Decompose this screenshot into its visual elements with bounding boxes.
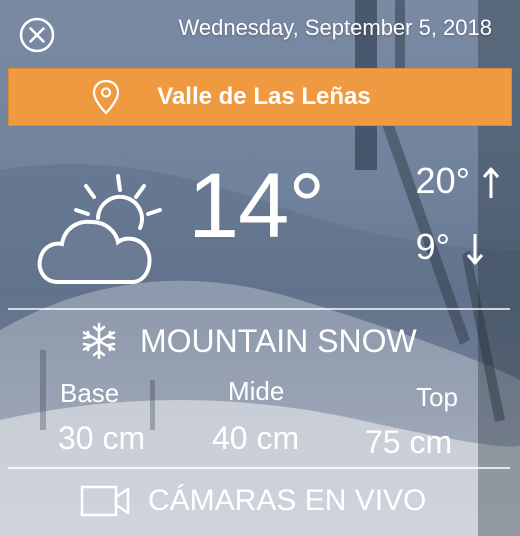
high-temperature: 20° xyxy=(415,160,500,202)
top-label: Top xyxy=(416,382,458,412)
mountain-snow-heading: MOUNTAIN SNOW xyxy=(80,322,417,360)
divider xyxy=(8,308,510,310)
live-cameras-label: CÁMARAS EN VIVO xyxy=(148,484,427,517)
high-temperature-value: 20° xyxy=(415,160,470,201)
divider xyxy=(8,467,510,469)
current-temperature: 14° xyxy=(188,155,325,257)
base-label: Base xyxy=(60,378,120,408)
video-camera-icon xyxy=(80,485,130,517)
location-selector[interactable]: Valle de Las Leñas xyxy=(8,68,512,126)
live-cameras-button[interactable]: CÁMARAS EN VIVO xyxy=(80,484,426,518)
date-label: Wednesday, September 5, 2018 xyxy=(178,15,493,40)
arrow-down-icon xyxy=(466,234,484,265)
location-name: Valle de Las Leñas xyxy=(157,83,371,110)
top-value: 75 cm xyxy=(365,424,453,460)
base-value: 30 cm xyxy=(58,420,146,456)
snowflake-icon xyxy=(82,322,116,360)
arrow-up-icon xyxy=(482,167,500,198)
close-icon xyxy=(19,17,55,53)
mid-label: Mide xyxy=(228,376,285,406)
map-pin-icon xyxy=(92,79,120,115)
low-temperature: 9° xyxy=(415,226,484,268)
mid-value: 40 cm xyxy=(212,420,300,456)
mountain-snow-title: MOUNTAIN SNOW xyxy=(140,322,417,359)
close-button[interactable] xyxy=(19,17,55,53)
low-temperature-value: 9° xyxy=(415,226,450,267)
partly-cloudy-icon xyxy=(36,170,164,290)
